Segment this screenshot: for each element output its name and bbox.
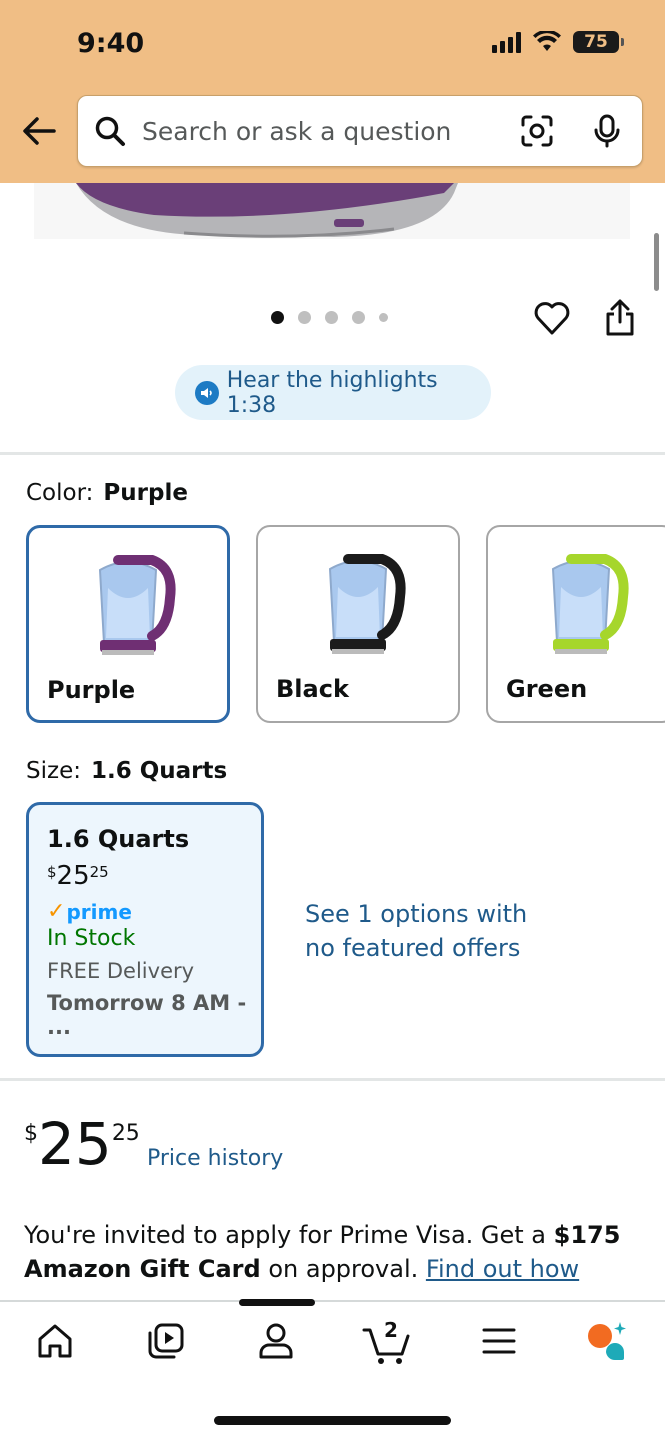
price-cents: 25 [111, 1121, 140, 1146]
price-history-link[interactable]: Price history [147, 1146, 283, 1171]
color-option-label: Black [276, 675, 349, 703]
color-option-label: Green [506, 675, 588, 703]
search-bar[interactable]: Search or ask a question [77, 95, 643, 167]
kettle-green-image [551, 554, 629, 654]
scrollbar[interactable] [654, 233, 659, 291]
offer-text: You're invited to apply for Prime Visa. … [24, 1221, 554, 1249]
product-image[interactable] [34, 183, 630, 239]
carousel-dot[interactable] [352, 311, 365, 324]
active-tab-indicator [239, 1299, 315, 1306]
back-arrow-icon[interactable] [20, 112, 58, 150]
share-icon[interactable] [603, 298, 637, 338]
divider [0, 452, 665, 455]
home-indicator [214, 1416, 451, 1425]
cart-count: 2 [384, 1318, 398, 1342]
price-dollar-sign: $ [24, 1121, 38, 1146]
stock-status: In Stock [47, 926, 136, 951]
price-dollar-sign: $ [47, 863, 57, 881]
size-option-price: $2525 [47, 861, 261, 891]
size-selected: 1.6 Quarts [90, 758, 228, 784]
color-option-black[interactable]: Black [256, 525, 460, 723]
kettle-purple-image [98, 555, 176, 655]
search-input[interactable]: Search or ask a question [142, 117, 520, 146]
battery-icon: 75 [573, 31, 624, 53]
hear-highlights-button[interactable]: Hear the highlights 1:38 [175, 365, 491, 420]
main-price: $ 25 25 [24, 1113, 140, 1175]
rufus-assistant-icon[interactable] [586, 1320, 628, 1362]
see-options-link[interactable]: See 1 options with no featured offers [305, 897, 545, 965]
offer-gift-card: Amazon Gift Card [24, 1255, 261, 1283]
carousel-dot[interactable] [379, 313, 388, 322]
find-out-how-link[interactable]: Find out how [426, 1255, 579, 1283]
image-carousel-dots[interactable] [271, 311, 388, 324]
color-row-label: Color: Purple [26, 480, 188, 506]
signal-icon [492, 31, 521, 53]
search-icon [95, 116, 125, 146]
status-time: 9:40 [77, 28, 145, 59]
prime-visa-offer: You're invited to apply for Prime Visa. … [24, 1218, 644, 1286]
offer-text-2: on approval. [260, 1255, 426, 1283]
microphone-icon[interactable] [592, 114, 622, 148]
heart-icon[interactable] [533, 299, 571, 337]
carousel-dot[interactable] [298, 311, 311, 324]
price-whole: 25 [38, 1110, 112, 1178]
wifi-icon [533, 31, 561, 51]
price-cents: 25 [89, 863, 109, 881]
size-option-title: 1.6 Quarts [47, 825, 190, 853]
status-icons: 75 [492, 31, 624, 53]
menu-icon[interactable] [478, 1320, 520, 1362]
account-icon[interactable] [255, 1320, 297, 1362]
home-icon[interactable] [34, 1320, 76, 1362]
price-whole: 25 [56, 861, 90, 891]
size-label: Size: [26, 758, 81, 784]
camera-scan-icon[interactable] [520, 114, 554, 148]
color-label: Color: [26, 480, 94, 506]
carousel-dot[interactable] [325, 311, 338, 324]
hear-highlights-label: Hear the highlights 1:38 [226, 367, 438, 418]
kettle-black-image [328, 554, 406, 654]
prime-check-icon: ✓ [47, 899, 66, 924]
size-option-1-6-quarts[interactable]: 1.6 Quarts $2525 ✓ prime In Stock FREE De… [26, 802, 264, 1057]
prime-badge: ✓ prime [47, 899, 261, 924]
size-row-label: Size: 1.6 Quarts [26, 758, 227, 784]
offer-amount: $175 [553, 1221, 621, 1249]
color-option-green[interactable]: Green [486, 525, 665, 723]
color-option-label: Purple [47, 676, 136, 704]
free-delivery: FREE Delivery [47, 959, 195, 983]
color-selected: Purple [103, 480, 188, 506]
color-option-purple[interactable]: Purple [26, 525, 230, 723]
divider [0, 1078, 665, 1081]
header: 9:40 75 Search or ask a question [0, 0, 665, 183]
prime-label: prime [66, 899, 132, 924]
audio-icon [195, 380, 219, 405]
video-icon[interactable] [145, 1320, 187, 1362]
carousel-dot[interactable] [271, 311, 284, 324]
delivery-date: Tomorrow 8 AM - ... [47, 991, 247, 1039]
